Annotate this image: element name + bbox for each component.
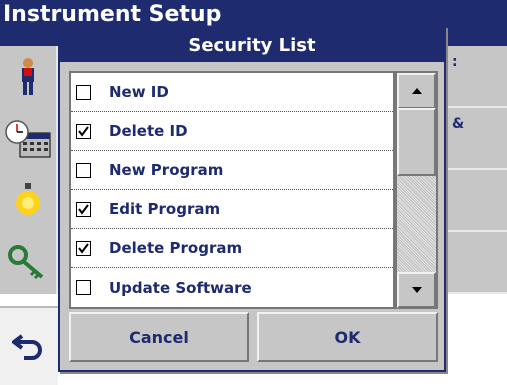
key-icon[interactable] (0, 232, 58, 294)
setup-row-value: : (452, 54, 458, 70)
scroll-track[interactable] (397, 176, 436, 272)
list-item-delete-program[interactable]: Delete Program (71, 229, 393, 268)
list-item-update-software[interactable]: Update Software (71, 268, 393, 307)
list-item-label: Edit Program (109, 200, 221, 218)
security-list-dialog: Security List New ID Delete ID New Progr… (58, 26, 446, 372)
checkbox[interactable] (76, 201, 91, 217)
list-item-label: Update Software (109, 278, 252, 297)
dialog-title: Security List (60, 28, 444, 62)
back-button[interactable] (0, 306, 58, 385)
checkbox[interactable] (76, 84, 91, 100)
list-item-label: Delete Program (109, 239, 243, 257)
scroll-up-button[interactable] (397, 73, 436, 109)
list-item-label: New Program (109, 161, 224, 179)
operator-id-icon[interactable] (0, 46, 58, 108)
list-item-label: New ID (109, 83, 169, 101)
checkbox[interactable] (76, 162, 91, 178)
list-scrollbar[interactable] (395, 71, 438, 309)
list-item-new-program[interactable]: New Program (71, 151, 393, 190)
list-item-edit-program[interactable]: Edit Program (71, 190, 393, 229)
list-item-delete-id[interactable]: Delete ID (71, 112, 393, 151)
list-item-label: Delete ID (109, 122, 188, 140)
checkmark-icon (78, 242, 89, 254)
setup-row-value: & (452, 116, 465, 132)
scroll-thumb[interactable] (397, 108, 436, 176)
scroll-down-button[interactable] (397, 272, 436, 308)
up-arrow-icon (411, 88, 422, 94)
screen-title: Instrument Setup (3, 2, 222, 27)
cancel-button[interactable]: Cancel (69, 312, 249, 362)
list-item-new-id[interactable]: New ID (71, 73, 393, 112)
date-time-icon[interactable] (0, 108, 58, 170)
lamp-icon[interactable] (0, 170, 58, 232)
checkmark-icon (78, 203, 89, 215)
checkmark-icon (78, 125, 89, 137)
checkbox[interactable] (76, 280, 91, 295)
security-list: New ID Delete ID New Program Edit Progra… (69, 71, 395, 309)
down-arrow-icon (411, 287, 422, 293)
ok-button[interactable]: OK (257, 312, 438, 362)
checkbox[interactable] (76, 123, 91, 139)
checkbox[interactable] (76, 240, 91, 256)
back-arrow-icon (10, 330, 46, 364)
